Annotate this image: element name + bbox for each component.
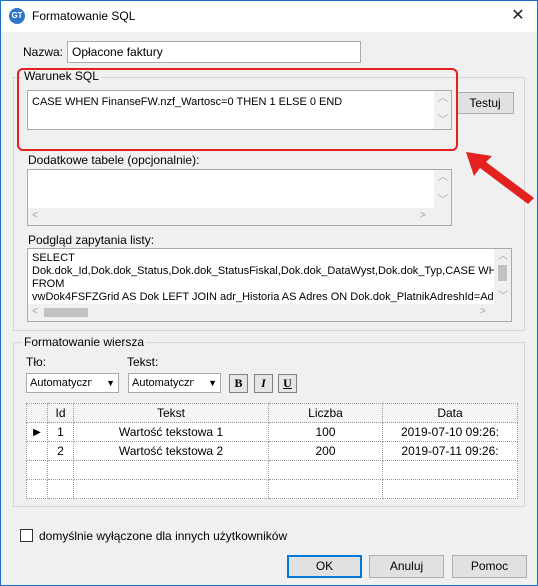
empty-cell	[268, 479, 383, 499]
name-label: Nazwa:	[23, 45, 64, 59]
default-disabled-checkbox[interactable]	[20, 529, 33, 542]
column-header-text[interactable]: Tekst	[73, 403, 269, 423]
scroll-down-icon[interactable]: ﹀	[498, 292, 508, 302]
grid-indicator-header	[26, 403, 48, 423]
empty-cell	[382, 479, 518, 499]
empty-cell	[47, 460, 74, 480]
preview-label: Podgląd zapytania listy:	[28, 233, 155, 247]
default-disabled-label: domyślnie wyłączone dla innych użytkowni…	[39, 529, 288, 543]
text-color-value: Automatyczny	[132, 377, 194, 389]
italic-button[interactable]: I	[254, 374, 273, 393]
empty-cell	[47, 479, 74, 499]
name-input[interactable]: Opłacone faktury	[67, 41, 361, 63]
empty-cell	[73, 479, 269, 499]
scroll-thumb[interactable]	[44, 308, 88, 317]
cell-id[interactable]: 1	[47, 422, 74, 442]
test-button[interactable]: Testuj	[456, 92, 514, 114]
extra-tables-label: Dodatkowe tabele (opcjonalnie):	[28, 153, 200, 167]
scroll-down-icon[interactable]: ﹀	[438, 196, 448, 206]
table-row	[26, 460, 518, 480]
preview-line: vwDok4FSFZGrid AS Dok LEFT JOIN adr_Hist…	[32, 291, 494, 303]
extra-tables-horizontal-scrollbar[interactable]: < >	[28, 208, 434, 225]
scroll-right-icon[interactable]: >	[480, 307, 486, 317]
preview-line: Dok.dok_Id,Dok.dok_Status,Dok.dok_Status…	[32, 265, 494, 277]
empty-cell	[268, 460, 383, 480]
text-color-select[interactable]: Automatyczny ▼	[128, 373, 221, 393]
background-label: Tło:	[26, 355, 47, 369]
text-color-label: Tekst:	[127, 355, 159, 369]
column-header-number[interactable]: Liczba	[268, 403, 383, 423]
scroll-up-icon[interactable]: ︿	[438, 173, 448, 183]
scroll-up-icon[interactable]: ︿	[498, 252, 508, 262]
background-color-select[interactable]: Automatyczny ▼	[26, 373, 119, 393]
preview-horizontal-scrollbar[interactable]: < >	[28, 304, 494, 321]
preview-text: SELECT Dok.dok_Id,Dok.dok_Status,Dok.dok_…	[32, 252, 494, 304]
preview-line: FROM	[32, 278, 65, 290]
preview-editor[interactable]: SELECT Dok.dok_Id,Dok.dok_Status,Dok.dok_…	[27, 248, 512, 322]
close-icon[interactable]: ✕	[501, 5, 535, 29]
cell-number[interactable]: 200	[268, 441, 383, 461]
background-color-value: Automatyczny	[30, 377, 92, 389]
empty-cell	[26, 460, 48, 480]
annotation-arrow-icon	[466, 152, 534, 204]
help-button[interactable]: Pomoc	[452, 555, 527, 578]
empty-cell	[26, 479, 48, 499]
cell-text[interactable]: Wartość tekstowa 1	[73, 422, 269, 442]
chevron-down-icon: ▼	[208, 378, 217, 388]
row-indicator-icon	[26, 441, 48, 461]
empty-cell	[382, 460, 518, 480]
cell-date[interactable]: 2019-07-10 09:26:	[382, 422, 518, 442]
scroll-right-icon[interactable]: >	[420, 211, 426, 221]
scroll-corner	[434, 208, 451, 225]
name-input-value: Opłacone faktury	[72, 45, 163, 59]
chevron-down-icon: ▼	[106, 378, 115, 388]
extra-tables-editor[interactable]: ︿ ﹀ < >	[27, 169, 452, 226]
scroll-left-icon[interactable]: <	[32, 211, 38, 221]
title-bar: GT Formatowanie SQL ✕	[1, 1, 537, 32]
table-row	[26, 479, 518, 499]
table-row[interactable]: ▶ 1 Wartość tekstowa 1 100 2019-07-10 09…	[26, 422, 518, 442]
cancel-button[interactable]: Anuluj	[369, 555, 444, 578]
extra-tables-vertical-scrollbar[interactable]: ︿ ﹀	[434, 170, 451, 208]
scroll-left-icon[interactable]: <	[32, 307, 38, 317]
preview-grid: Id Tekst Liczba Data ▶ 1 Wartość tekstow…	[26, 403, 518, 499]
scroll-thumb[interactable]	[498, 265, 507, 281]
annotation-highlight-box	[17, 68, 458, 151]
scroll-corner	[494, 304, 511, 321]
empty-cell	[73, 460, 269, 480]
column-header-id[interactable]: Id	[47, 403, 74, 423]
table-row[interactable]: 2 Wartość tekstowa 2 200 2019-07-11 09:2…	[26, 441, 518, 461]
window-title: Formatowanie SQL	[32, 9, 136, 23]
preview-vertical-scrollbar[interactable]: ︿ ﹀	[494, 249, 511, 304]
cell-id[interactable]: 2	[47, 441, 74, 461]
preview-line: SELECT	[32, 252, 75, 264]
row-format-group-label: Formatowanie wiersza	[22, 335, 147, 349]
bold-button[interactable]: B	[229, 374, 248, 393]
grid-header-row: Id Tekst Liczba Data	[26, 403, 518, 423]
cell-number[interactable]: 100	[268, 422, 383, 442]
underline-button[interactable]: U	[278, 374, 297, 393]
column-header-date[interactable]: Data	[382, 403, 518, 423]
ok-button[interactable]: OK	[287, 555, 362, 578]
cell-text[interactable]: Wartość tekstowa 2	[73, 441, 269, 461]
row-indicator-icon: ▶	[26, 422, 48, 442]
app-logo-icon: GT	[9, 8, 25, 24]
cell-date[interactable]: 2019-07-11 09:26:	[382, 441, 518, 461]
